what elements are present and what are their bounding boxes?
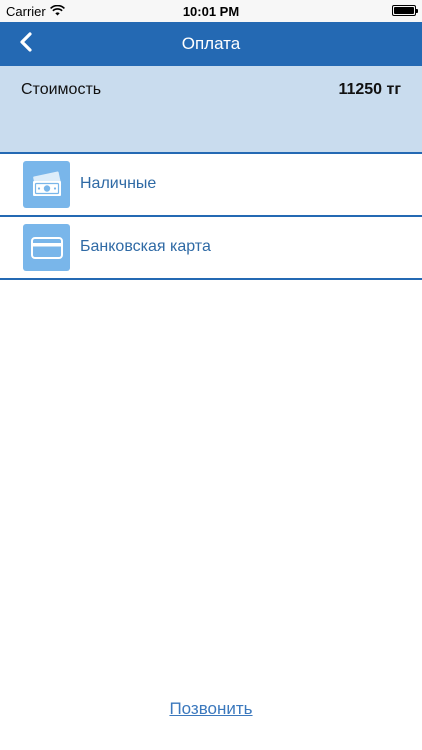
nav-bar: Оплата bbox=[0, 22, 422, 66]
credit-card-icon bbox=[23, 224, 70, 271]
payment-option-label: Наличные bbox=[80, 175, 157, 192]
price-label: Стоимость bbox=[21, 81, 102, 98]
battery-icon bbox=[392, 5, 418, 16]
payment-option-cash[interactable]: Наличные bbox=[0, 154, 422, 217]
page-title: Оплата bbox=[181, 34, 241, 53]
payment-option-card[interactable]: Банковская карта bbox=[0, 217, 422, 280]
payment-screen: Carrier 10:01 PM Оплата Стоимость 11250 … bbox=[0, 0, 422, 750]
payment-options-list: Наличные Банковская карта bbox=[0, 154, 422, 280]
call-link[interactable]: Позвонить bbox=[0, 699, 422, 719]
payment-option-label: Банковская карта bbox=[80, 238, 211, 255]
status-bar: Carrier 10:01 PM bbox=[0, 0, 422, 22]
cash-icon bbox=[23, 161, 70, 208]
price-panel: Стоимость 11250 тг bbox=[0, 66, 422, 154]
price-value: 11250 тг bbox=[338, 81, 401, 98]
status-time: 10:01 PM bbox=[182, 4, 240, 19]
